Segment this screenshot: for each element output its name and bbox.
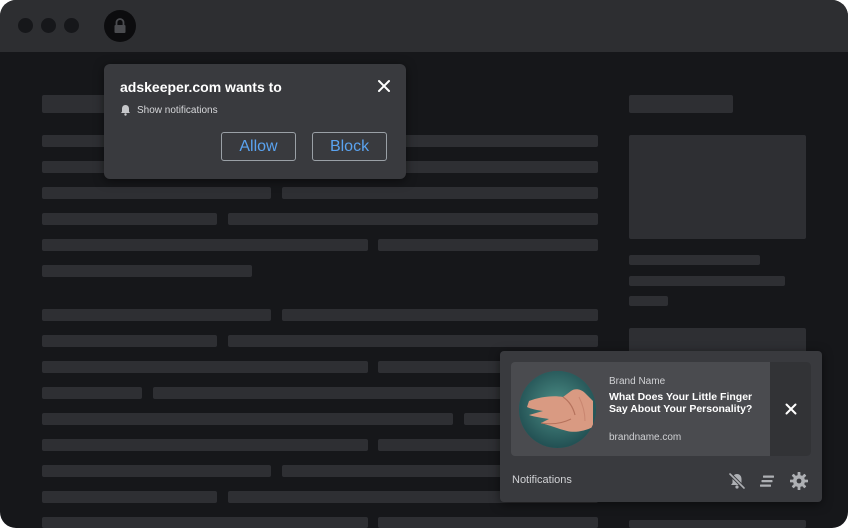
skeleton-line	[282, 187, 598, 199]
skeleton-line	[42, 491, 217, 503]
skeleton-line	[629, 276, 785, 286]
clear-all-icon	[760, 475, 774, 487]
skeleton-line	[42, 309, 271, 321]
skeleton-line	[629, 296, 668, 306]
notification-center: Brand Name What Does Your Little Finger …	[500, 351, 822, 502]
skeleton-line	[228, 335, 598, 347]
allow-button[interactable]: Allow	[221, 132, 296, 161]
window-close-dot[interactable]	[18, 18, 33, 33]
bell-icon	[121, 105, 130, 116]
skeleton-line	[629, 255, 760, 265]
clear-all-button[interactable]	[757, 471, 777, 491]
window-minimize-dot[interactable]	[41, 18, 56, 33]
skeleton-line	[629, 520, 806, 528]
browser-window: adskeeper.com wants to Show notification…	[0, 0, 848, 528]
skeleton-line	[282, 309, 598, 321]
site-info-button[interactable]	[104, 10, 136, 42]
notification-permission-popup: adskeeper.com wants to Show notification…	[104, 64, 406, 179]
skeleton-line	[42, 361, 368, 373]
notification-thumbnail	[519, 371, 596, 448]
skeleton-line	[378, 239, 598, 251]
skeleton-line	[42, 517, 368, 528]
notification-close-button[interactable]	[770, 362, 811, 456]
notification-card[interactable]: Brand Name What Does Your Little Finger …	[511, 362, 811, 456]
permission-row: Show notifications	[120, 104, 218, 116]
close-icon	[785, 403, 796, 415]
skeleton-line	[228, 213, 598, 225]
skeleton-line	[42, 187, 271, 199]
skeleton-line	[42, 265, 252, 277]
notifications-label: Notifications	[512, 474, 572, 486]
skeleton-line	[42, 213, 217, 225]
browser-titlebar	[0, 0, 848, 52]
close-icon	[378, 80, 390, 92]
notification-site: brandname.com	[609, 432, 682, 443]
skeleton-line	[42, 413, 453, 425]
skeleton-sidebar-image	[629, 135, 806, 239]
popup-close-button[interactable]	[375, 77, 393, 95]
notification-settings-button[interactable]	[789, 471, 809, 491]
skeleton-line	[42, 465, 271, 477]
gear-icon	[790, 472, 808, 490]
skeleton-heading	[42, 95, 112, 113]
window-maximize-dot[interactable]	[64, 18, 79, 33]
skeleton-line	[42, 387, 142, 399]
permission-label: Show notifications	[137, 104, 218, 116]
block-button[interactable]: Block	[312, 132, 387, 161]
popup-title: adskeeper.com wants to	[120, 79, 282, 95]
do-not-disturb-button[interactable]	[727, 471, 747, 491]
notification-headline: What Does Your Little Finger Say About Y…	[609, 391, 753, 415]
skeleton-line	[42, 335, 217, 347]
notification-brand: Brand Name	[609, 376, 666, 387]
skeleton-line	[42, 439, 368, 451]
skeleton-sidebar-heading	[629, 95, 733, 113]
skeleton-line	[42, 239, 368, 251]
skeleton-line	[378, 517, 598, 528]
bell-off-icon	[728, 472, 746, 490]
lock-icon	[114, 18, 126, 33]
